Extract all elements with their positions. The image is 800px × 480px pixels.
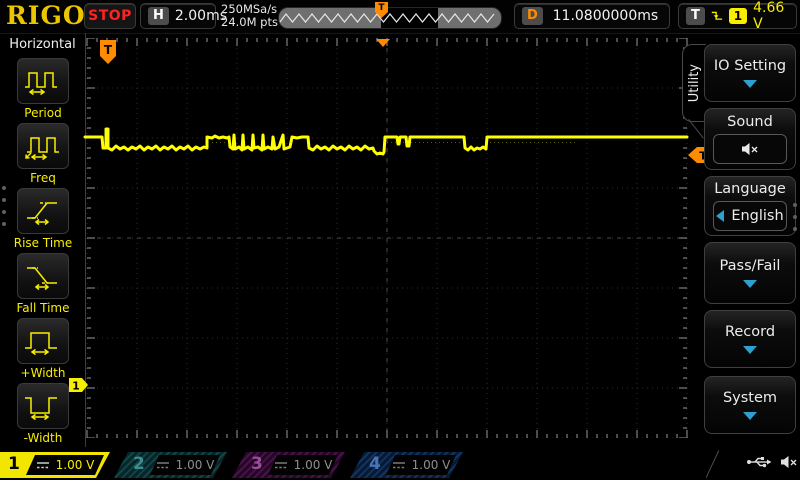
- dc-coupling-icon: [392, 460, 406, 470]
- speaker-muted-icon: [780, 454, 799, 470]
- delay-value: 11.0800000ms: [549, 8, 662, 24]
- svg-text:1: 1: [72, 380, 80, 393]
- rise-time-icon: [23, 196, 63, 226]
- sound-mute-button[interactable]: [713, 134, 787, 164]
- stop-label: STOP: [88, 8, 132, 24]
- softkey-label: System: [723, 390, 777, 406]
- menu-page-dot: [793, 215, 797, 219]
- t-badge: T: [686, 7, 705, 25]
- menu-page-dot: [793, 203, 797, 207]
- memory-depth: 24.0M pts: [221, 16, 278, 29]
- horizontal-timebase-box: H 2.00ms: [140, 3, 216, 29]
- speaker-muted-icon: [740, 141, 760, 157]
- language-value: English: [731, 208, 783, 224]
- fall-time-icon: [23, 261, 63, 291]
- dc-coupling-icon: [274, 460, 288, 470]
- chevron-down-icon: [743, 412, 757, 420]
- channel-scale: 1.00 V: [294, 458, 333, 472]
- timebase-value: 2.00ms: [175, 8, 227, 24]
- channel-2-scale-box: 1.00 V: [150, 455, 220, 475]
- channel-3-badge[interactable]: 3 1.00 V: [232, 452, 345, 478]
- channel-number: 2: [133, 454, 145, 474]
- channel-2-badge[interactable]: 2 1.00 V: [114, 452, 227, 478]
- menu-page-dot: [2, 198, 6, 202]
- trigger-box: T 1 4.66 V: [678, 3, 797, 29]
- softkey-record[interactable]: Record: [704, 310, 796, 368]
- menu-page-dot: [2, 222, 6, 226]
- channel-scale: 1.00 V: [176, 458, 215, 472]
- softkey-label: IO Setting: [714, 58, 786, 74]
- channel-scale: 1.00 V: [56, 458, 95, 472]
- dc-coupling-icon: [156, 460, 170, 470]
- channel-number: 4: [369, 454, 381, 474]
- preview-waveform-icon: [279, 8, 499, 28]
- channel-number: 3: [251, 454, 263, 474]
- trigger-slope-falling-icon: [711, 9, 723, 23]
- oscilloscope-screen: RIGOL STOP H 2.00ms 250MSa/s 24.0M pts T…: [0, 0, 800, 480]
- delay-box: D 11.0800000ms: [514, 3, 670, 29]
- channel-4-badge[interactable]: 4 1.00 V: [350, 452, 463, 478]
- softkey-label: Record: [725, 324, 775, 340]
- softkey-language[interactable]: Language English: [704, 176, 796, 236]
- acquisition-info: 250MSa/s 24.0M pts: [221, 3, 278, 29]
- trigger-position-icon: [376, 39, 390, 47]
- chevron-down-icon: [743, 80, 757, 88]
- softkey-pass-fail[interactable]: Pass/Fail: [704, 242, 796, 304]
- softkey-sound[interactable]: Sound: [704, 108, 796, 170]
- channel-1-badge[interactable]: 1 1.00 V: [0, 452, 110, 478]
- softkey-label: Pass/Fail: [720, 258, 781, 274]
- h-badge: H: [148, 7, 169, 25]
- usb-icon: [746, 454, 772, 470]
- menu-page-dot: [2, 210, 6, 214]
- pos-width-icon: [23, 326, 63, 356]
- softkey-label: Sound: [727, 114, 773, 130]
- chevron-down-icon: [743, 346, 757, 354]
- top-status-bar: RIGOL STOP H 2.00ms 250MSa/s 24.0M pts T…: [0, 0, 800, 34]
- softkey-io-setting[interactable]: IO Setting: [704, 44, 796, 102]
- status-divider: [706, 450, 720, 478]
- chevron-left-icon: [716, 210, 724, 222]
- channel-4-scale-box: 1.00 V: [386, 455, 456, 475]
- dc-coupling-icon: [36, 460, 50, 470]
- softkey-system[interactable]: System: [704, 376, 796, 434]
- utility-menu-tab: Utility: [682, 44, 706, 122]
- svg-text:T: T: [104, 43, 113, 57]
- graticule: TT1: [67, 38, 707, 438]
- chevron-down-icon: [743, 280, 757, 288]
- channel-scale: 1.00 V: [412, 458, 451, 472]
- period-icon: [23, 66, 63, 96]
- language-selector[interactable]: English: [713, 201, 787, 231]
- status-icons: [746, 454, 799, 470]
- utility-tab-label: Utility: [687, 64, 702, 102]
- channel-3-scale-box: 1.00 V: [268, 455, 338, 475]
- freq-icon: [23, 131, 63, 161]
- softkey-label: Language: [714, 181, 786, 197]
- d-badge: D: [522, 7, 543, 25]
- run-stop-status[interactable]: STOP: [84, 3, 136, 29]
- trigger-level-value: 4.66 V: [753, 0, 789, 32]
- channel-1-scale-box: 1.00 V: [26, 455, 104, 475]
- channel-number: 1: [8, 454, 20, 474]
- trigger-source-badge: 1: [729, 8, 747, 24]
- waveform-memory-preview: [278, 7, 502, 29]
- menu-page-dot: [793, 227, 797, 231]
- menu-page-dot: [2, 186, 6, 190]
- neg-width-icon: [23, 391, 63, 421]
- channel-status-bar: 1 1.00 V 2 1.00 V 3: [0, 448, 800, 480]
